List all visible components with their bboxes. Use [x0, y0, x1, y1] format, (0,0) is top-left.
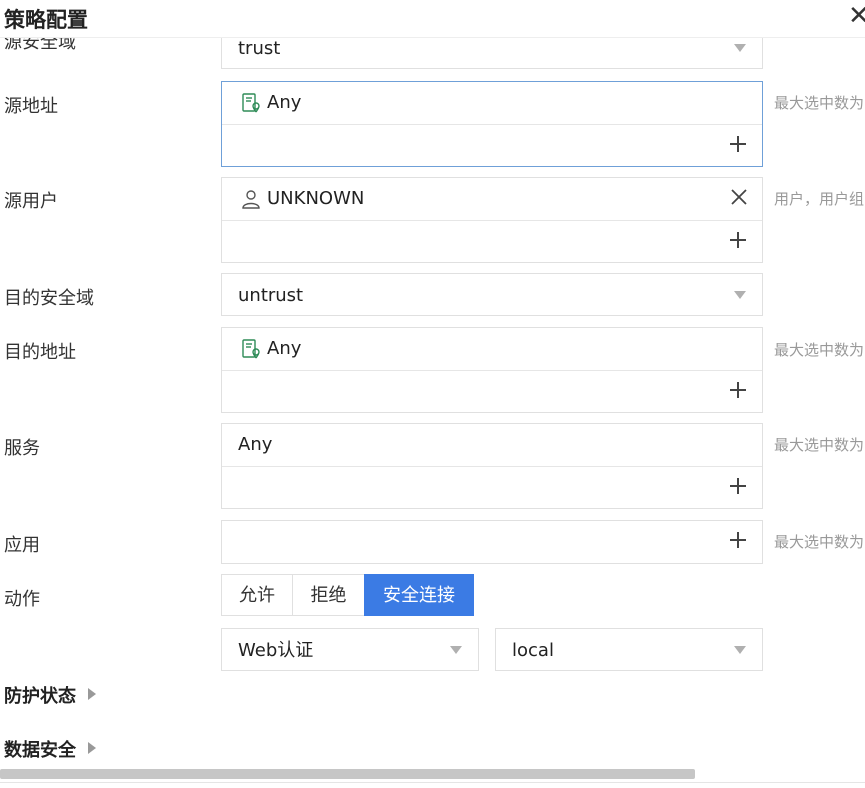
caret-right-icon: [88, 688, 96, 700]
action-secure-connect-button[interactable]: 安全连接: [364, 574, 474, 616]
src-user-hint: 用户，用户组: [774, 190, 865, 208]
app-box[interactable]: [221, 520, 763, 564]
src-addr-label: 源地址: [4, 96, 58, 117]
service-label: 服务: [4, 438, 40, 459]
src-user-box[interactable]: UNKNOWN: [221, 177, 763, 263]
action-segmented-control[interactable]: 允许 拒绝 安全连接: [221, 574, 474, 616]
dst-zone-label: 目的安全域: [4, 288, 94, 309]
chevron-down-icon: [734, 291, 746, 299]
caret-right-icon: [88, 742, 96, 754]
src-addr-value: Any: [267, 92, 302, 113]
dst-addr-value: Any: [267, 338, 302, 359]
dst-zone-value: untrust: [238, 285, 304, 306]
plus-icon[interactable]: [726, 528, 750, 552]
chevron-down-icon: [450, 646, 462, 654]
src-addr-tag: Any: [222, 82, 762, 124]
src-user-value: UNKNOWN: [267, 188, 365, 209]
src-addr-box[interactable]: Any: [221, 81, 763, 167]
app-label: 应用: [4, 535, 40, 556]
dst-addr-hint: 最大选中数为: [774, 341, 865, 359]
chevron-down-icon: [734, 646, 746, 654]
src-addr-hint: 最大选中数为: [774, 94, 865, 112]
action-deny-button[interactable]: 拒绝: [292, 574, 365, 616]
app-hint: 最大选中数为: [774, 533, 865, 551]
dst-addr-input-row[interactable]: [222, 370, 762, 412]
dst-addr-tag: Any: [222, 328, 762, 370]
plus-icon[interactable]: [726, 132, 750, 156]
dialog-header: 策略配置 ✕: [0, 0, 865, 38]
src-user-label: 源用户: [4, 191, 58, 212]
auth-server-select[interactable]: local: [495, 628, 763, 671]
plus-icon[interactable]: [726, 378, 750, 402]
horizontal-scrollbar[interactable]: [0, 769, 695, 779]
section-protection-status-label: 防护状态: [4, 686, 76, 707]
service-box[interactable]: Any: [221, 423, 763, 509]
chevron-down-icon: [734, 44, 746, 52]
auth-method-select[interactable]: Web认证: [221, 628, 479, 671]
close-icon[interactable]: [729, 187, 749, 207]
service-input-row[interactable]: [222, 466, 762, 508]
src-user-input-row[interactable]: [222, 220, 762, 262]
plus-icon[interactable]: [726, 228, 750, 252]
src-user-tag: UNKNOWN: [222, 178, 762, 220]
src-zone-label: 源安全域: [4, 38, 76, 53]
address-book-icon: [242, 93, 260, 113]
action-allow-button[interactable]: 允许: [221, 574, 293, 616]
action-label: 动作: [4, 589, 40, 610]
dst-addr-box[interactable]: Any: [221, 327, 763, 413]
dialog-title: 策略配置: [4, 8, 88, 32]
form-scroll-area[interactable]: 源安全域 trust 源地址 Any 最大选中数为 源用户 UNKNOWN 用户…: [0, 0, 865, 770]
section-data-security[interactable]: 数据安全: [4, 736, 96, 762]
dst-zone-select[interactable]: untrust: [221, 273, 763, 316]
section-protection-status[interactable]: 防护状态: [4, 682, 96, 708]
section-data-security-label: 数据安全: [4, 740, 76, 761]
auth-method-value: Web认证: [238, 640, 314, 661]
plus-icon[interactable]: [726, 474, 750, 498]
service-hint: 最大选中数为: [774, 436, 865, 454]
close-icon[interactable]: ✕: [848, 1, 865, 31]
service-tag: Any: [222, 424, 762, 466]
service-value: Any: [238, 434, 273, 455]
divider: [0, 782, 865, 783]
dst-addr-label: 目的地址: [4, 342, 76, 363]
app-input-row[interactable]: [222, 521, 762, 563]
user-icon: [242, 190, 260, 209]
auth-server-value: local: [512, 640, 554, 661]
src-addr-input-row[interactable]: [222, 124, 762, 166]
address-book-icon: [242, 339, 260, 359]
